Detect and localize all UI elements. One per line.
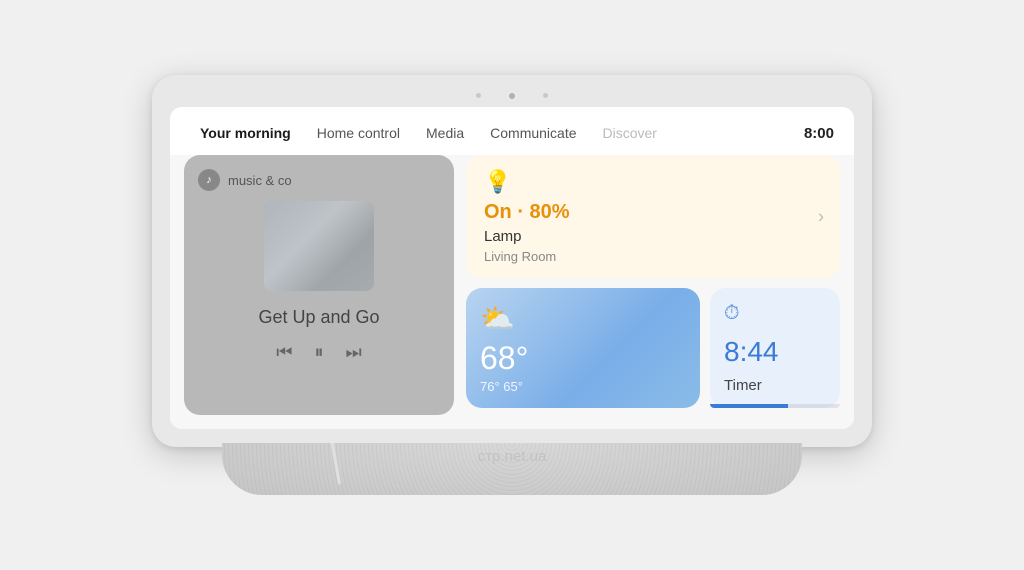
- timer-icon: ⏱: [724, 302, 826, 325]
- timer-progress-bar-fill: [710, 404, 788, 408]
- timer-card[interactable]: ⏱ 8:44 Timer: [710, 288, 840, 408]
- nav-your-morning[interactable]: Your morning: [190, 121, 301, 145]
- lamp-room: Living Room: [484, 249, 822, 264]
- nav-media[interactable]: Media: [416, 121, 474, 145]
- song-title: Get Up and Go: [198, 307, 440, 328]
- lamp-icon: 💡: [484, 169, 822, 195]
- right-column: 💡 On · 80% Lamp Living Room › ⛅ 68°: [466, 155, 840, 415]
- playback-controls: ⏮ ⏸ ⏭: [198, 342, 440, 363]
- device-base: [222, 443, 802, 495]
- music-header: ♪ music & co: [198, 169, 440, 191]
- weather-icon: ⛅: [480, 302, 686, 335]
- sensor-left: [476, 93, 481, 98]
- nav-home-control[interactable]: Home control: [307, 121, 410, 145]
- weather-range: 76° 65°: [480, 379, 686, 394]
- device-screen: Your morning Home control Media Communic…: [170, 107, 854, 429]
- lamp-card[interactable]: 💡 On · 80% Lamp Living Room ›: [466, 155, 840, 278]
- sensor-right: [543, 93, 548, 98]
- google-home-hub: Your morning Home control Media Communic…: [152, 75, 872, 495]
- timer-progress-bar-bg: [710, 404, 840, 408]
- music-source-icon: ♪: [198, 169, 220, 191]
- music-card[interactable]: ♪ music & co Get Up and Go ⏮ ⏸ ⏭: [184, 155, 454, 415]
- sensor-camera: [509, 93, 515, 99]
- power-cable: [326, 443, 341, 485]
- bottom-row: ⛅ 68° 76° 65° ⏱ 8:44 Timer: [466, 288, 840, 408]
- lamp-name: Lamp: [484, 228, 822, 245]
- prev-button[interactable]: ⏮: [276, 342, 292, 363]
- nav-bar: Your morning Home control Media Communic…: [170, 107, 854, 155]
- weather-card[interactable]: ⛅ 68° 76° 65°: [466, 288, 700, 408]
- play-pause-button[interactable]: ⏸: [315, 342, 324, 363]
- content-area: ♪ music & co Get Up and Go ⏮ ⏸ ⏭: [170, 155, 854, 429]
- lamp-status: On · 80%: [484, 201, 822, 224]
- album-art: [264, 201, 374, 291]
- weather-temperature: 68°: [480, 340, 686, 377]
- next-button[interactable]: ⏭: [346, 342, 362, 363]
- nav-discover[interactable]: Discover: [593, 121, 667, 145]
- sensor-row: [170, 93, 854, 99]
- nav-communicate[interactable]: Communicate: [480, 121, 586, 145]
- lamp-arrow-icon: ›: [818, 206, 824, 227]
- timer-time: 8:44: [724, 336, 826, 368]
- timer-label: Timer: [724, 377, 826, 394]
- device-frame: Your morning Home control Media Communic…: [152, 75, 872, 447]
- music-source-label: music & co: [228, 173, 292, 188]
- nav-time: 8:00: [804, 125, 834, 142]
